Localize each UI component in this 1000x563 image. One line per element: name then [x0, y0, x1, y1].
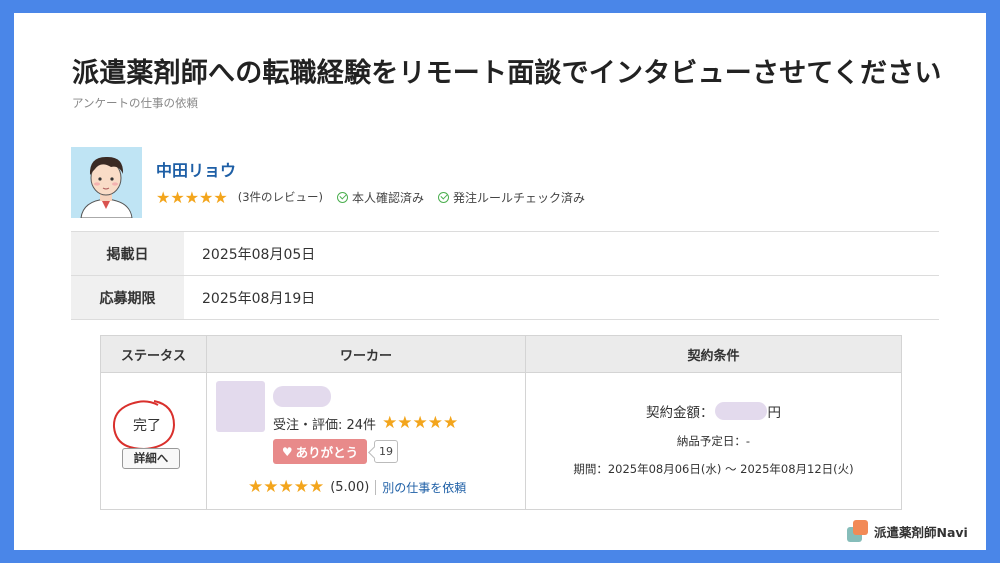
- job-rating-stars: ★★★★★: [248, 477, 325, 497]
- contract-amount: 契約金額： 円: [526, 401, 901, 421]
- status-cell: 完了 詳細へ: [100, 372, 207, 510]
- check-circle-icon: [337, 191, 349, 203]
- identity-verified-badge: 本人確認済み: [337, 189, 424, 206]
- deadline-value: 2025年08月19日: [184, 275, 939, 320]
- order-rules-badge: 発注ルールチェック済み: [438, 189, 585, 206]
- table-header-row: ステータス ワーカー 契約条件: [100, 335, 902, 373]
- contract-amount-unit: 円: [767, 405, 782, 421]
- check-circle-icon: [438, 191, 450, 203]
- brand-logo: 派遣薬剤師Navi: [847, 520, 968, 542]
- deadline-label: 応募期限: [71, 275, 184, 320]
- table-row: 完了 詳細へ 受注・評価: 24件 ★★★★★ ♥ ありがとう 19 ★★★★★…: [100, 372, 902, 510]
- page-title: 派遣薬剤師への転職経験をリモート面談でインタビューさせてください: [72, 58, 942, 89]
- worker-stars: ★★★★★: [382, 413, 459, 433]
- deadline-row: 応募期限 2025年08月19日: [71, 275, 939, 320]
- logo-text: 派遣薬剤師Navi: [874, 524, 968, 540]
- worker-header: ワーカー: [206, 335, 526, 373]
- client-review-count[interactable]: (3件のレビュー): [238, 189, 323, 205]
- client-name-link[interactable]: 中田リョウ: [156, 157, 236, 181]
- contract-cell: 契約金額： 円 納品予定日：- 期間：2025年08月06日(水) 〜 2025…: [525, 372, 902, 510]
- request-another-job-link[interactable]: 別の仕事を依頼: [382, 479, 466, 496]
- content-card: 派遣薬剤師への転職経験をリモート面談でインタビューさせてください アンケートの仕…: [14, 13, 986, 550]
- job-rating-value: (5.00): [330, 479, 370, 495]
- detail-button[interactable]: 詳細へ: [122, 448, 180, 469]
- thanks-button[interactable]: ♥ ありがとう: [273, 439, 367, 464]
- work-status-table: ステータス ワーカー 契約条件 完了 詳細へ 受注・評価: 24件 ★★★★★: [100, 335, 902, 510]
- heart-icon: ♥: [281, 444, 293, 459]
- posted-date-row: 掲載日 2025年08月05日: [71, 231, 939, 276]
- delivery-date: 納品予定日：-: [676, 434, 751, 448]
- worker-orders-count: 受注・評価: 24件: [273, 417, 377, 433]
- client-avatar: [71, 147, 142, 218]
- logo-icon: [847, 520, 869, 542]
- contract-period: 期間：2025年08月06日(水) 〜 2025年08月12日(火): [573, 462, 854, 476]
- posted-date-value: 2025年08月05日: [184, 231, 939, 276]
- thanks-count: 19: [374, 440, 398, 463]
- worker-orders: 受注・評価: 24件 ★★★★★: [273, 413, 458, 433]
- status-badge: 完了: [133, 418, 161, 434]
- job-info-table: 掲載日 2025年08月05日 応募期限 2025年08月19日: [71, 231, 939, 320]
- amount-redacted: [714, 402, 767, 420]
- posted-date-label: 掲載日: [71, 231, 184, 276]
- client-rating-stars: ★★★★★: [156, 187, 228, 207]
- job-rating: ★★★★★ (5.00) 別の仕事を依頼: [248, 477, 466, 497]
- contract-header: 契約条件: [525, 335, 902, 373]
- status-header: ステータス: [100, 335, 207, 373]
- worker-cell: 受注・評価: 24件 ★★★★★ ♥ ありがとう 19 ★★★★★ (5.00)…: [206, 372, 526, 510]
- contract-amount-label: 契約金額：: [646, 405, 714, 421]
- divider: [375, 479, 377, 495]
- client-meta: ★★★★★ (3件のレビュー) 本人確認済み 発注ルールチェック済み: [156, 187, 585, 207]
- worker-avatar[interactable]: [216, 381, 265, 432]
- job-category: アンケートの仕事の依頼: [72, 96, 199, 110]
- worker-name-redacted[interactable]: [273, 386, 331, 407]
